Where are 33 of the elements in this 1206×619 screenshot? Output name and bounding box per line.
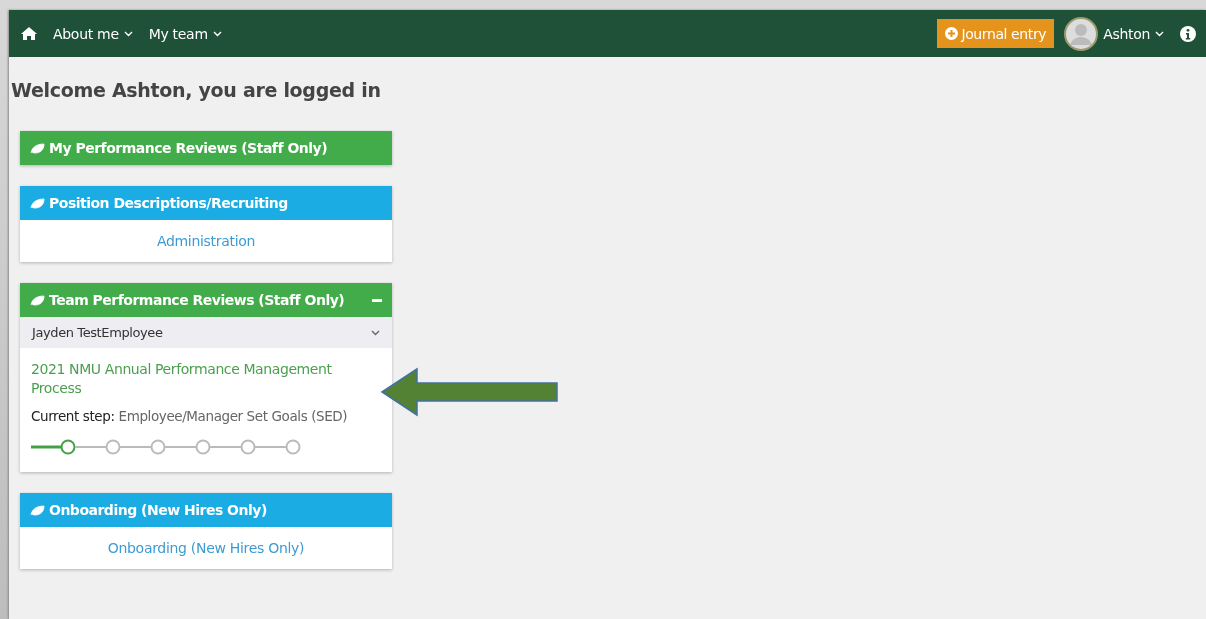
panel-link[interactable]: Administration (156, 233, 256, 249)
journal-entry-button[interactable]: Journal entry (937, 19, 1055, 48)
arrow-icon (380, 367, 558, 417)
leaf-icon (30, 197, 45, 209)
home-icon[interactable] (21, 27, 37, 40)
nav-menu[interactable]: My team (148, 25, 222, 42)
leaf-icon (30, 142, 45, 154)
info-icon[interactable] (1180, 25, 1196, 42)
step-label: Current step: (31, 408, 115, 424)
panel-title: Team Performance Reviews (Staff Only) (49, 292, 346, 308)
plus-circle-icon (945, 27, 959, 40)
user-menu[interactable]: Ashton (1064, 16, 1164, 51)
step-value: Employee/Manager Set Goals (SED) (118, 408, 348, 424)
panel-header[interactable]: Position Descriptions/Recruiting (20, 186, 392, 220)
leaf-icon (30, 294, 45, 306)
nav-menu[interactable]: About me (53, 25, 133, 42)
chevron-icon (212, 30, 222, 37)
leaf-icon (30, 504, 45, 516)
panel-title: Position Descriptions/Recruiting (49, 195, 289, 211)
panel-link[interactable]: Onboarding (New Hires Only) (107, 540, 305, 556)
panel-title: My Performance Reviews (Staff Only) (49, 140, 329, 156)
panel-header[interactable]: Team Performance Reviews (Staff Only) (20, 283, 392, 317)
welcome-heading: Welcome Ashton, you are logged in (11, 79, 382, 101)
panel-title: Onboarding (New Hires Only) (49, 502, 268, 518)
employee-select[interactable]: Jayden TestEmployee (20, 317, 392, 348)
collapse-icon[interactable] (372, 298, 382, 302)
chevron-icon (123, 30, 133, 37)
avatar-icon (1064, 16, 1099, 51)
chevron-icon (371, 329, 380, 336)
chevron-icon (1155, 30, 1164, 37)
panel-header[interactable]: My Performance Reviews (Staff Only) (20, 131, 392, 165)
panel-header[interactable]: Onboarding (New Hires Only) (20, 493, 392, 527)
process-link[interactable]: 2021 NMU Annual Performance Management Process (31, 360, 381, 398)
